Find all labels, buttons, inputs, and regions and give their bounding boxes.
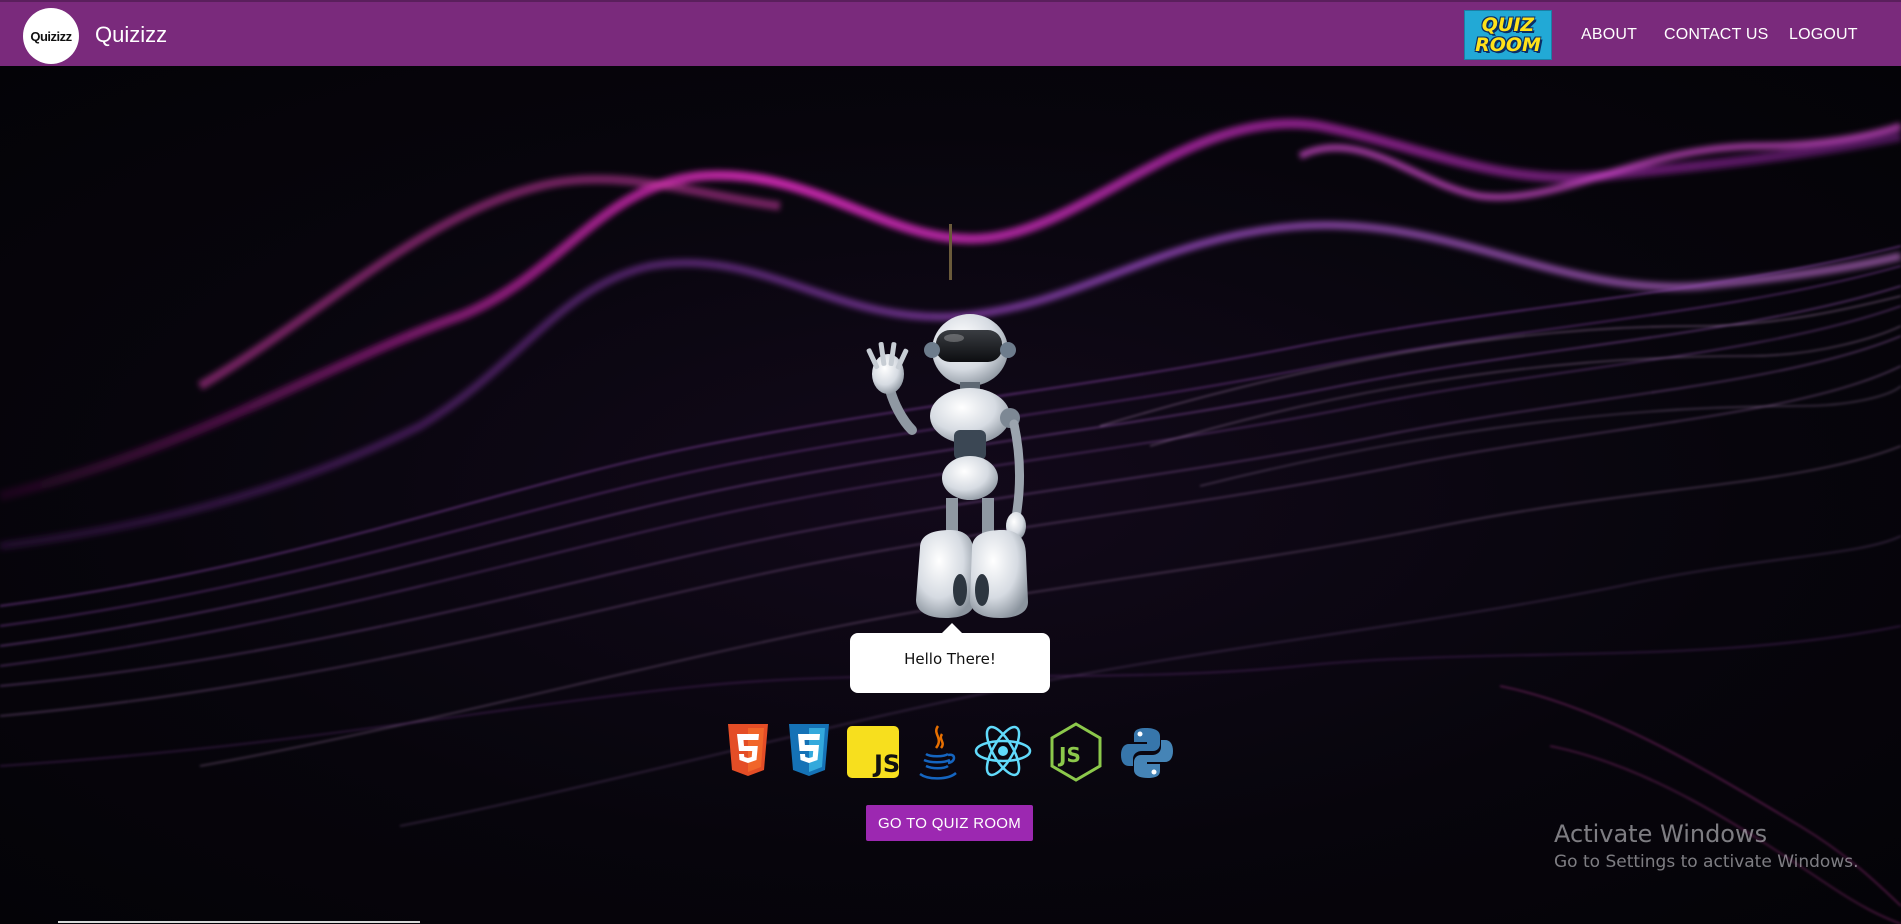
nav-contact-link[interactable]: CONTACT US bbox=[1664, 26, 1769, 44]
nav-about-link[interactable]: ABOUT bbox=[1581, 26, 1637, 44]
bottom-divider bbox=[58, 921, 420, 923]
javascript-icon: JS bbox=[847, 726, 899, 778]
html5-icon bbox=[728, 724, 768, 776]
brand-logo[interactable]: Quizizz bbox=[23, 8, 79, 64]
svg-text:JS: JS bbox=[872, 750, 899, 778]
top-navbar: Quizizz Quizizz QUIZ ROOM ABOUT CONTACT … bbox=[0, 0, 1901, 66]
css3-icon bbox=[789, 724, 829, 776]
quiz-room-logo-line-1: QUIZ bbox=[1481, 14, 1535, 36]
text-cursor bbox=[949, 224, 952, 280]
robot-mascot-image bbox=[866, 314, 1028, 618]
nodejs-icon: JS bbox=[1050, 722, 1102, 782]
quiz-room-logo-line-2: ROOM bbox=[1475, 34, 1541, 56]
brand-name[interactable]: Quizizz bbox=[95, 22, 167, 48]
quiz-room-logo[interactable]: QUIZ ROOM bbox=[1464, 10, 1552, 60]
page: Quizizz Quizizz QUIZ ROOM ABOUT CONTACT … bbox=[0, 0, 1901, 924]
speech-bubble-text: Hello There! bbox=[904, 650, 996, 668]
svg-text:JS: JS bbox=[1057, 743, 1081, 767]
go-to-quiz-room-button[interactable]: GO TO QUIZ ROOM bbox=[866, 805, 1033, 841]
tech-icons-row: JS JS bbox=[720, 722, 1180, 784]
activate-windows-title: Activate Windows bbox=[1554, 820, 1768, 848]
java-icon bbox=[919, 725, 957, 780]
brand-logo-text: Quizizz bbox=[30, 28, 72, 44]
react-icon bbox=[974, 725, 1032, 777]
activate-windows-subtitle: Go to Settings to activate Windows. bbox=[1554, 852, 1859, 872]
speech-bubble: Hello There! bbox=[850, 623, 1050, 693]
python-icon bbox=[1121, 728, 1173, 778]
nav-logout-link[interactable]: LOGOUT bbox=[1789, 26, 1858, 44]
